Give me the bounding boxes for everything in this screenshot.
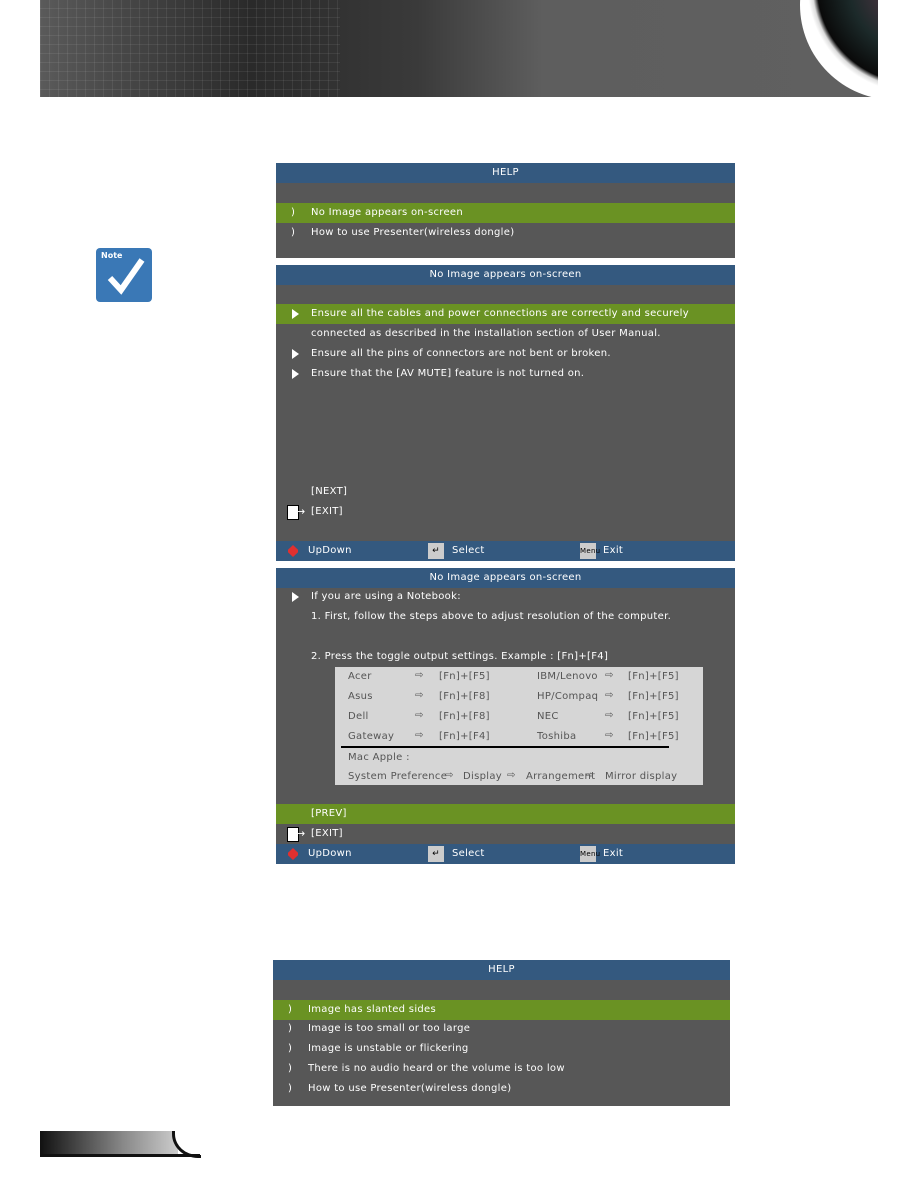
next-button[interactable]: [NEXT] — [276, 482, 735, 502]
panel-title: No Image appears on-screen — [276, 265, 735, 285]
key-guide: UpDown ↵ Select Menu Exit — [276, 541, 735, 561]
menu-key-icon: Menu — [580, 543, 600, 559]
exit-icon — [287, 824, 306, 844]
hotkey-table: Acer ⇨ [Fn]+[F5] IBM/Lenovo ⇨ [Fn]+[F5] Asus ⇨… — [335, 667, 703, 785]
help-item: Ensure all the cables and power connecti… — [276, 304, 735, 324]
triangle-bullet-icon — [292, 592, 299, 602]
enter-key-icon: ↵ — [428, 846, 444, 862]
updown-icon — [288, 848, 298, 860]
help-page-2: No Image appears on-screen If you are us… — [276, 568, 735, 864]
exit-button[interactable]: [EXIT] — [276, 502, 735, 522]
enter-key-icon: ↵ — [428, 543, 444, 559]
help-text: 1. First, follow the steps above to adju… — [311, 611, 672, 622]
note-icon: Note — [96, 248, 152, 302]
help-text: If you are using a Notebook: — [276, 587, 735, 607]
help-page-1: No Image appears on-screen Ensure all th… — [276, 265, 735, 561]
triangle-bullet-icon — [292, 309, 299, 319]
menu-key-icon: Menu — [580, 846, 600, 862]
help-item: Ensure all the pins of connectors are no… — [276, 344, 735, 364]
menu-item[interactable]: ) There is no audio heard or the volume i… — [273, 1059, 730, 1079]
panel-title: HELP — [273, 960, 730, 980]
exit-button[interactable]: [EXIT] — [276, 824, 735, 844]
menu-item[interactable]: ) No Image appears on-screen — [276, 203, 735, 223]
menu-item[interactable]: ) How to use Presenter(wireless dongle) — [276, 223, 735, 243]
help-item: connected as described in the installati… — [311, 328, 661, 339]
updown-icon — [288, 545, 298, 557]
help-menu-2: HELP ) Image has slanted sides ) Image is … — [273, 960, 730, 1106]
page-footer-tab — [40, 1131, 178, 1155]
help-item: Ensure that the [AV MUTE] feature is not… — [276, 364, 735, 384]
prev-button[interactable]: [PREV] — [276, 804, 735, 824]
help-text: 2. Press the toggle output settings. Exa… — [311, 651, 609, 662]
triangle-bullet-icon — [292, 349, 299, 359]
triangle-bullet-icon — [292, 369, 299, 379]
menu-item[interactable]: ) Image has slanted sides — [273, 1000, 730, 1020]
manual-page: Note HELP ) No Image appears on-screen ) H… — [0, 0, 918, 1188]
exit-icon — [287, 502, 306, 522]
panel-title: HELP — [276, 163, 735, 183]
key-guide: UpDown ↵ Select Menu Exit — [276, 844, 735, 864]
panel-title: No Image appears on-screen — [276, 568, 735, 588]
menu-item[interactable]: ) Image is too small or too large — [273, 1019, 730, 1039]
help-menu-1: HELP ) No Image appears on-screen ) How to… — [276, 163, 735, 258]
menu-item[interactable]: ) How to use Presenter(wireless dongle) — [273, 1079, 730, 1099]
header-grid — [40, 0, 340, 97]
menu-item[interactable]: ) Image is unstable or flickering — [273, 1039, 730, 1059]
